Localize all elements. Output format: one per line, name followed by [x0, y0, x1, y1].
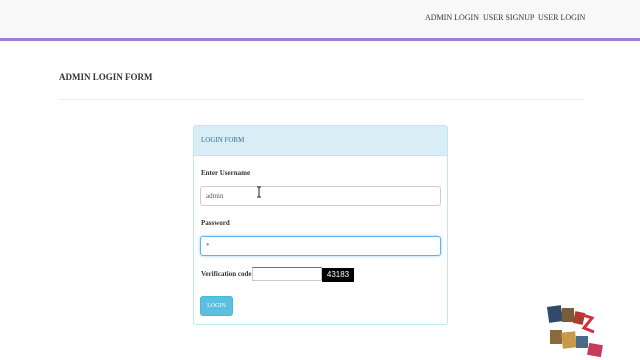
login-button[interactable]: LOGIN [200, 296, 233, 316]
nav-user-signup[interactable]: USER SIGNUP [483, 13, 534, 22]
page-title: ADMIN LOGIN FORM [59, 72, 153, 82]
password-input[interactable] [200, 236, 441, 256]
text-cursor-icon [257, 186, 261, 198]
password-label: Password [201, 219, 230, 227]
watermark-logo [546, 305, 603, 358]
verification-label: Verification code : [201, 270, 256, 278]
username-label: Enter Username [201, 169, 251, 177]
username-input[interactable] [200, 186, 441, 206]
top-navbar: ADMIN LOGIN USER SIGNUP USER LOGIN [0, 0, 640, 41]
panel-heading-title: LOGIN FORM [201, 136, 245, 144]
captcha-code: 43183 [322, 268, 354, 282]
nav-admin-login[interactable]: ADMIN LOGIN [425, 13, 479, 22]
verification-code-input[interactable] [252, 267, 322, 281]
nav-user-login[interactable]: USER LOGIN [538, 13, 585, 22]
title-divider [59, 99, 583, 100]
login-panel: LOGIN FORM Enter Username Password Verif… [193, 125, 448, 325]
panel-heading: LOGIN FORM [194, 126, 447, 156]
